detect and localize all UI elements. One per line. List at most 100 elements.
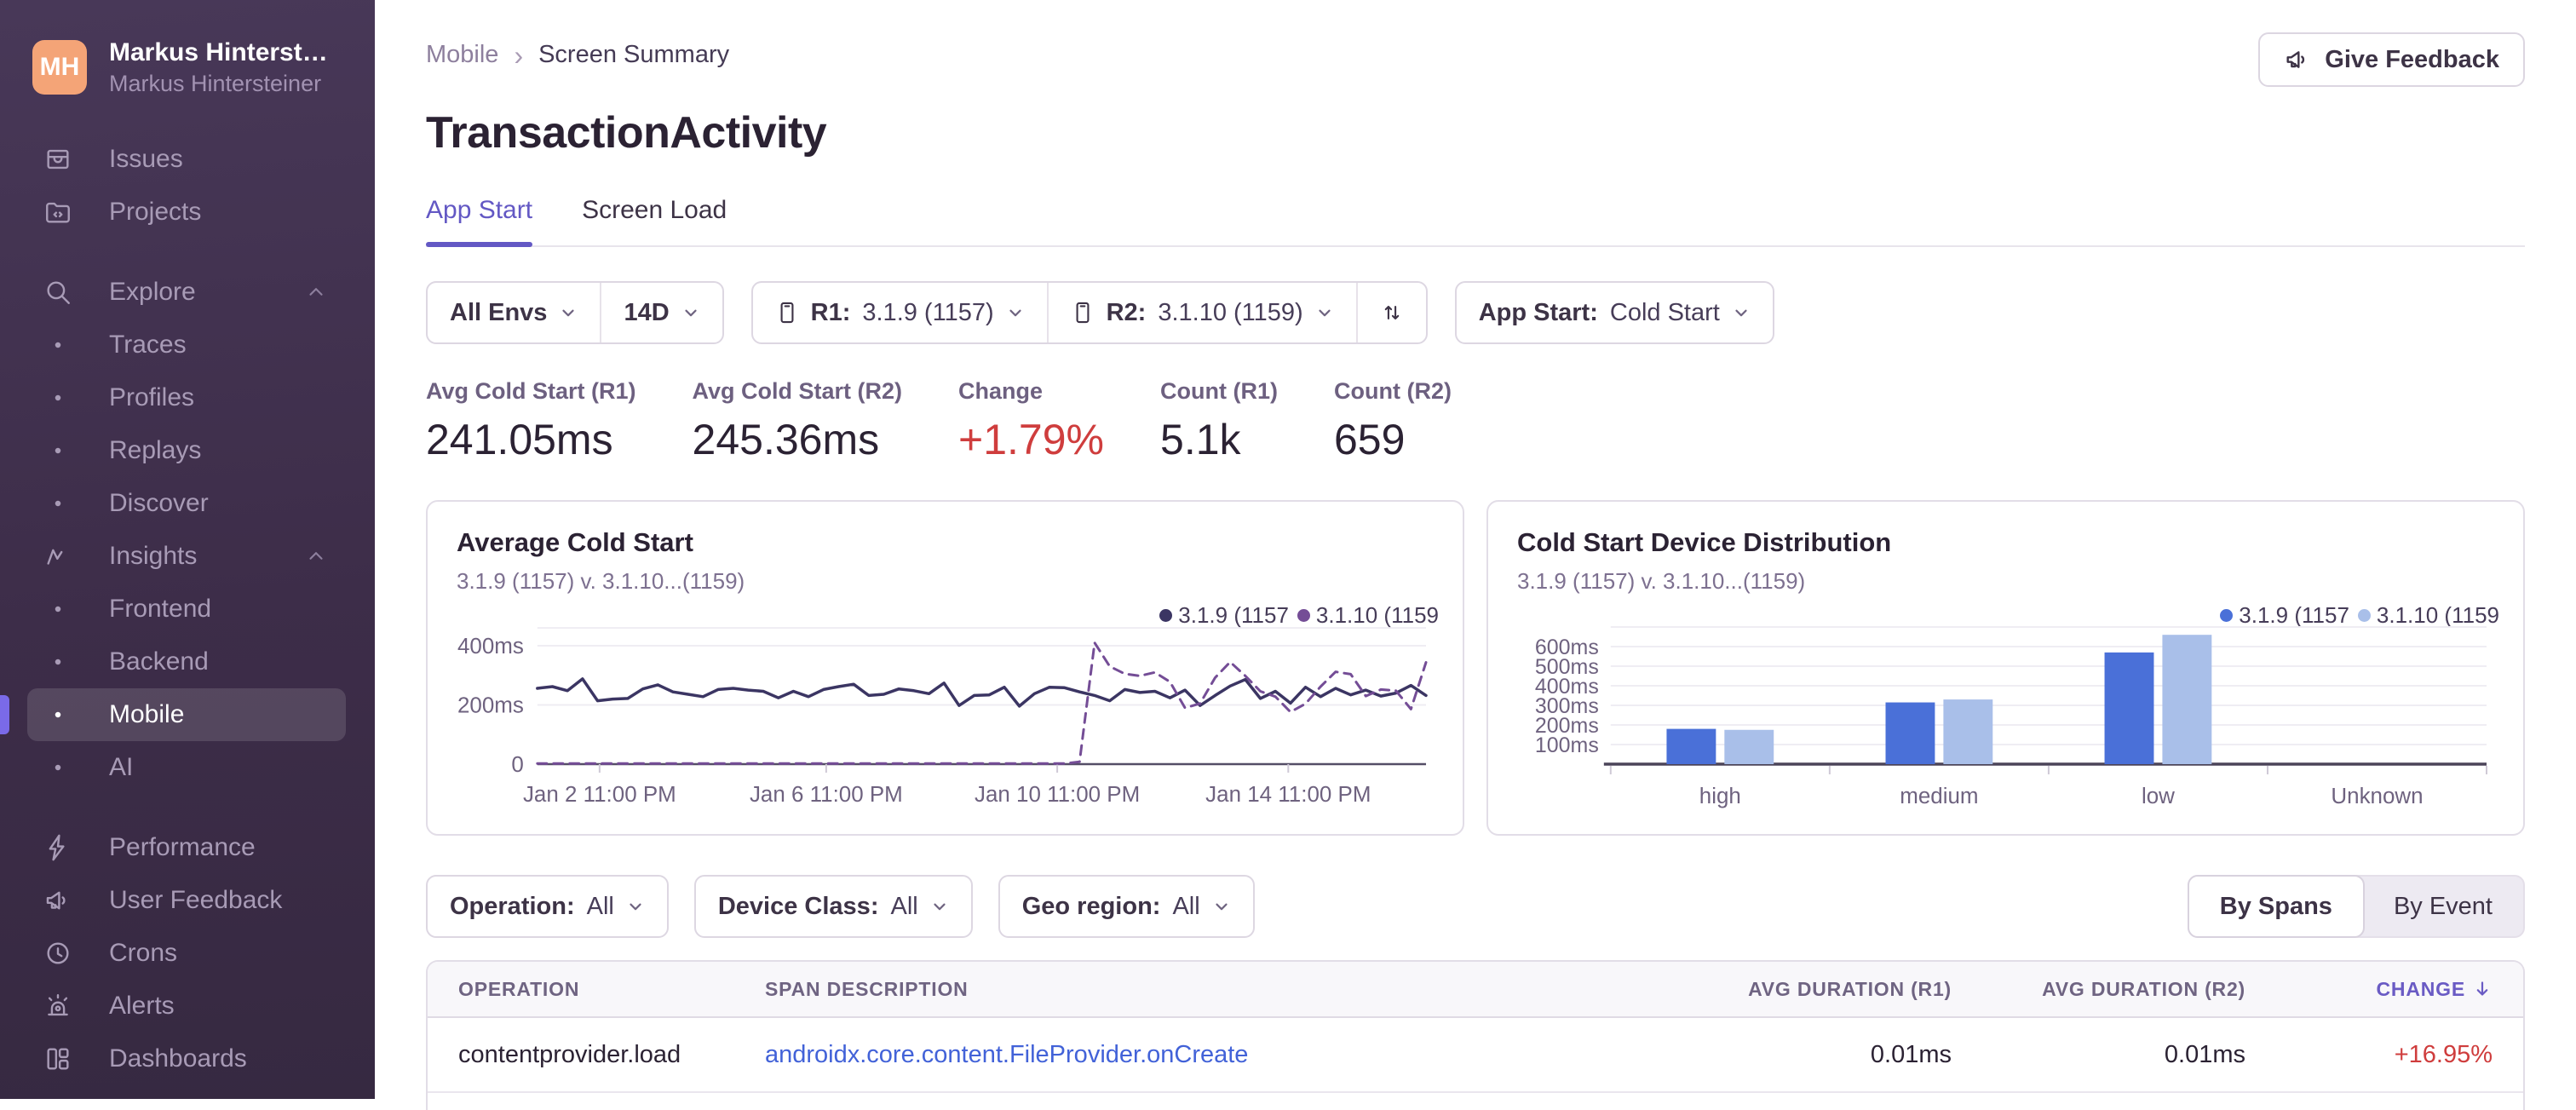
sidebar-item-label: Traces: [109, 331, 187, 359]
release-2-label: R2:: [1106, 298, 1147, 326]
bullet-icon: [43, 699, 73, 730]
sidebar-item-label: User Feedback: [109, 886, 283, 915]
metric-count-r2: Count (R2) 659: [1334, 378, 1452, 464]
device-class-filter-label: Device Class:: [717, 892, 879, 920]
release-2-filter[interactable]: R2: 3.1.10 (1159): [1046, 283, 1356, 342]
svg-text:Unknown: Unknown: [2331, 783, 2423, 808]
device-class-filter-value: All: [890, 892, 918, 920]
user-names: Markus Hinterst… Markus Hintersteiner: [109, 36, 328, 99]
give-feedback-button[interactable]: Give Feedback: [2258, 32, 2525, 87]
sidebar-item-mobile[interactable]: Mobile: [0, 688, 346, 742]
tab-screen-load[interactable]: Screen Load: [582, 196, 727, 245]
device-class-filter[interactable]: Device Class: All: [693, 875, 973, 938]
bar-high-r1[interactable]: [1666, 728, 1716, 764]
megaphone-icon: [43, 885, 73, 916]
sidebar-item-crons[interactable]: Crons: [27, 927, 346, 980]
app-start-type-filter[interactable]: App Start: Cold Start: [1457, 283, 1773, 342]
column-header-change[interactable]: CHANGE: [2245, 978, 2493, 1001]
sidebar-item-frontend[interactable]: Frontend: [27, 583, 346, 636]
operation-filter-label: Operation:: [450, 892, 575, 920]
sidebar-item-label: Frontend: [109, 595, 212, 624]
metric-label: Avg Cold Start (R2): [692, 378, 903, 404]
release-icon: [775, 301, 799, 325]
environment-filter[interactable]: All Envs: [428, 283, 600, 342]
bar-medium-r2[interactable]: [1943, 699, 1993, 764]
toggle-by-spans[interactable]: By Spans: [2187, 875, 2365, 938]
bar-chart[interactable]: 100ms200ms300ms400ms500ms600mshigh medium…: [1517, 594, 2495, 832]
sidebar-item-profiles[interactable]: Profiles: [27, 371, 346, 424]
release-filter-group: R1: 3.1.9 (1157) R2: 3.1.10 (1159): [750, 281, 1428, 344]
chevron-down-icon: [1212, 897, 1231, 916]
user-card[interactable]: MH Markus Hinterst… Markus Hintersteiner: [0, 0, 375, 128]
charts-row: Average Cold Start 3.1.9 (1157) v. 3.1.1…: [426, 500, 2525, 836]
column-header-span-description[interactable]: SPAN DESCRIPTION: [765, 978, 1670, 1001]
sidebar-item-insights[interactable]: Insights: [27, 530, 346, 583]
geo-region-filter-label: Geo region:: [1021, 892, 1161, 920]
app-start-type-filter-group: App Start: Cold Start: [1454, 281, 1774, 344]
span-description-link[interactable]: androidx.core.content.FileProvider.onCre…: [765, 1041, 1670, 1069]
bar-high-r2[interactable]: [1724, 729, 1774, 764]
sidebar-item-ai[interactable]: AI: [27, 741, 346, 794]
line-series-solid: [536, 677, 1428, 708]
metric-avg-cold-start-r1: Avg Cold Start (R1) 241.05ms: [426, 378, 636, 464]
cold-start-device-distribution-card: Cold Start Device Distribution 3.1.9 (11…: [1486, 500, 2525, 836]
release-1-filter[interactable]: R1: 3.1.9 (1157): [753, 283, 1047, 342]
main-content: Mobile › Screen Summary Give Feedback Tr…: [375, 0, 2576, 1110]
operation-filter-value: All: [586, 892, 614, 920]
column-header-avg-duration-r1[interactable]: AVG DURATION (R1): [1670, 978, 1952, 1001]
metric-avg-cold-start-r2: Avg Cold Start (R2) 245.36ms: [693, 378, 903, 464]
table-row[interactable]: contentprovider.load androidx.core.conten…: [428, 1018, 2523, 1093]
bullet-icon: [43, 488, 73, 519]
sidebar-item-label: Explore: [109, 278, 196, 307]
tab-app-start[interactable]: App Start: [426, 196, 533, 247]
toggle-by-event[interactable]: By Event: [2363, 877, 2523, 936]
sidebar-item-traces[interactable]: Traces: [27, 319, 346, 371]
breadcrumb-mobile[interactable]: Mobile: [426, 41, 498, 69]
date-range-filter[interactable]: 14D: [600, 283, 722, 342]
sidebar-nav: Issues Projects Explore Traces Profiles Repla…: [0, 128, 375, 1099]
metric-count-r1: Count (R1) 5.1k: [1160, 378, 1278, 464]
user-org: Markus Hintersteiner: [109, 71, 322, 96]
sidebar-item-discover[interactable]: Discover: [27, 477, 346, 530]
swap-icon: [1380, 301, 1404, 325]
chevron-up-icon: [305, 281, 327, 303]
projects-icon: [43, 197, 73, 227]
metric-label: Count (R2): [1333, 378, 1452, 404]
sidebar-item-performance[interactable]: Performance: [27, 821, 346, 874]
sidebar-item-label: Dashboards: [109, 1044, 247, 1073]
svg-text:Jan 14 11:00 PM: Jan 14 11:00 PM: [1205, 781, 1371, 807]
column-header-operation[interactable]: OPERATION: [458, 978, 765, 1001]
swap-releases-button[interactable]: [1355, 283, 1426, 342]
performance-icon: [43, 832, 73, 863]
bar-medium-r1[interactable]: [1885, 702, 1935, 764]
sidebar-item-explore[interactable]: Explore: [27, 266, 346, 319]
operation-filter[interactable]: Operation: All: [426, 875, 669, 938]
bullet-icon: [43, 647, 73, 677]
geo-region-filter[interactable]: Geo region: All: [998, 875, 1255, 938]
sidebar-item-label: AI: [109, 753, 134, 782]
sidebar-item-projects[interactable]: Projects: [27, 186, 346, 239]
sidebar-item-replays[interactable]: Replays: [27, 424, 346, 477]
svg-text:medium: medium: [1900, 783, 1978, 808]
bar-low-r2[interactable]: [2162, 635, 2212, 764]
span-filter-bar: Operation: All Device Class: All Geo reg…: [426, 875, 2525, 938]
sidebar-item-issues[interactable]: Issues: [27, 133, 346, 186]
sidebar-item-releases[interactable]: Releases: [27, 1085, 346, 1099]
line-chart[interactable]: 0 200ms 400ms Jan 2 11:00 PM Jan 6 11:00 PM J…: [457, 594, 1435, 832]
average-cold-start-chart-card: Average Cold Start 3.1.9 (1157) v. 3.1.1…: [426, 500, 1464, 836]
sidebar-item-backend[interactable]: Backend: [27, 636, 346, 688]
sidebar-item-dashboards[interactable]: Dashboards: [27, 1032, 346, 1085]
sidebar-item-alerts[interactable]: Alerts: [27, 980, 346, 1032]
svg-text:low: low: [2142, 783, 2175, 808]
alerts-icon: [43, 991, 73, 1021]
column-header-change-label: CHANGE: [2376, 977, 2465, 1000]
active-item-indicator: [0, 695, 9, 735]
nav-section-gap: [0, 794, 375, 821]
sidebar-item-label: Crons: [109, 939, 178, 968]
chevron-down-icon: [681, 303, 700, 322]
column-header-avg-duration-r2[interactable]: AVG DURATION (R2): [1952, 978, 2245, 1001]
sidebar-item-user-feedback[interactable]: User Feedback: [27, 874, 346, 927]
svg-text:200ms: 200ms: [457, 692, 524, 717]
bar-low-r1[interactable]: [2104, 652, 2154, 764]
sidebar-item-label: Performance: [109, 833, 256, 862]
